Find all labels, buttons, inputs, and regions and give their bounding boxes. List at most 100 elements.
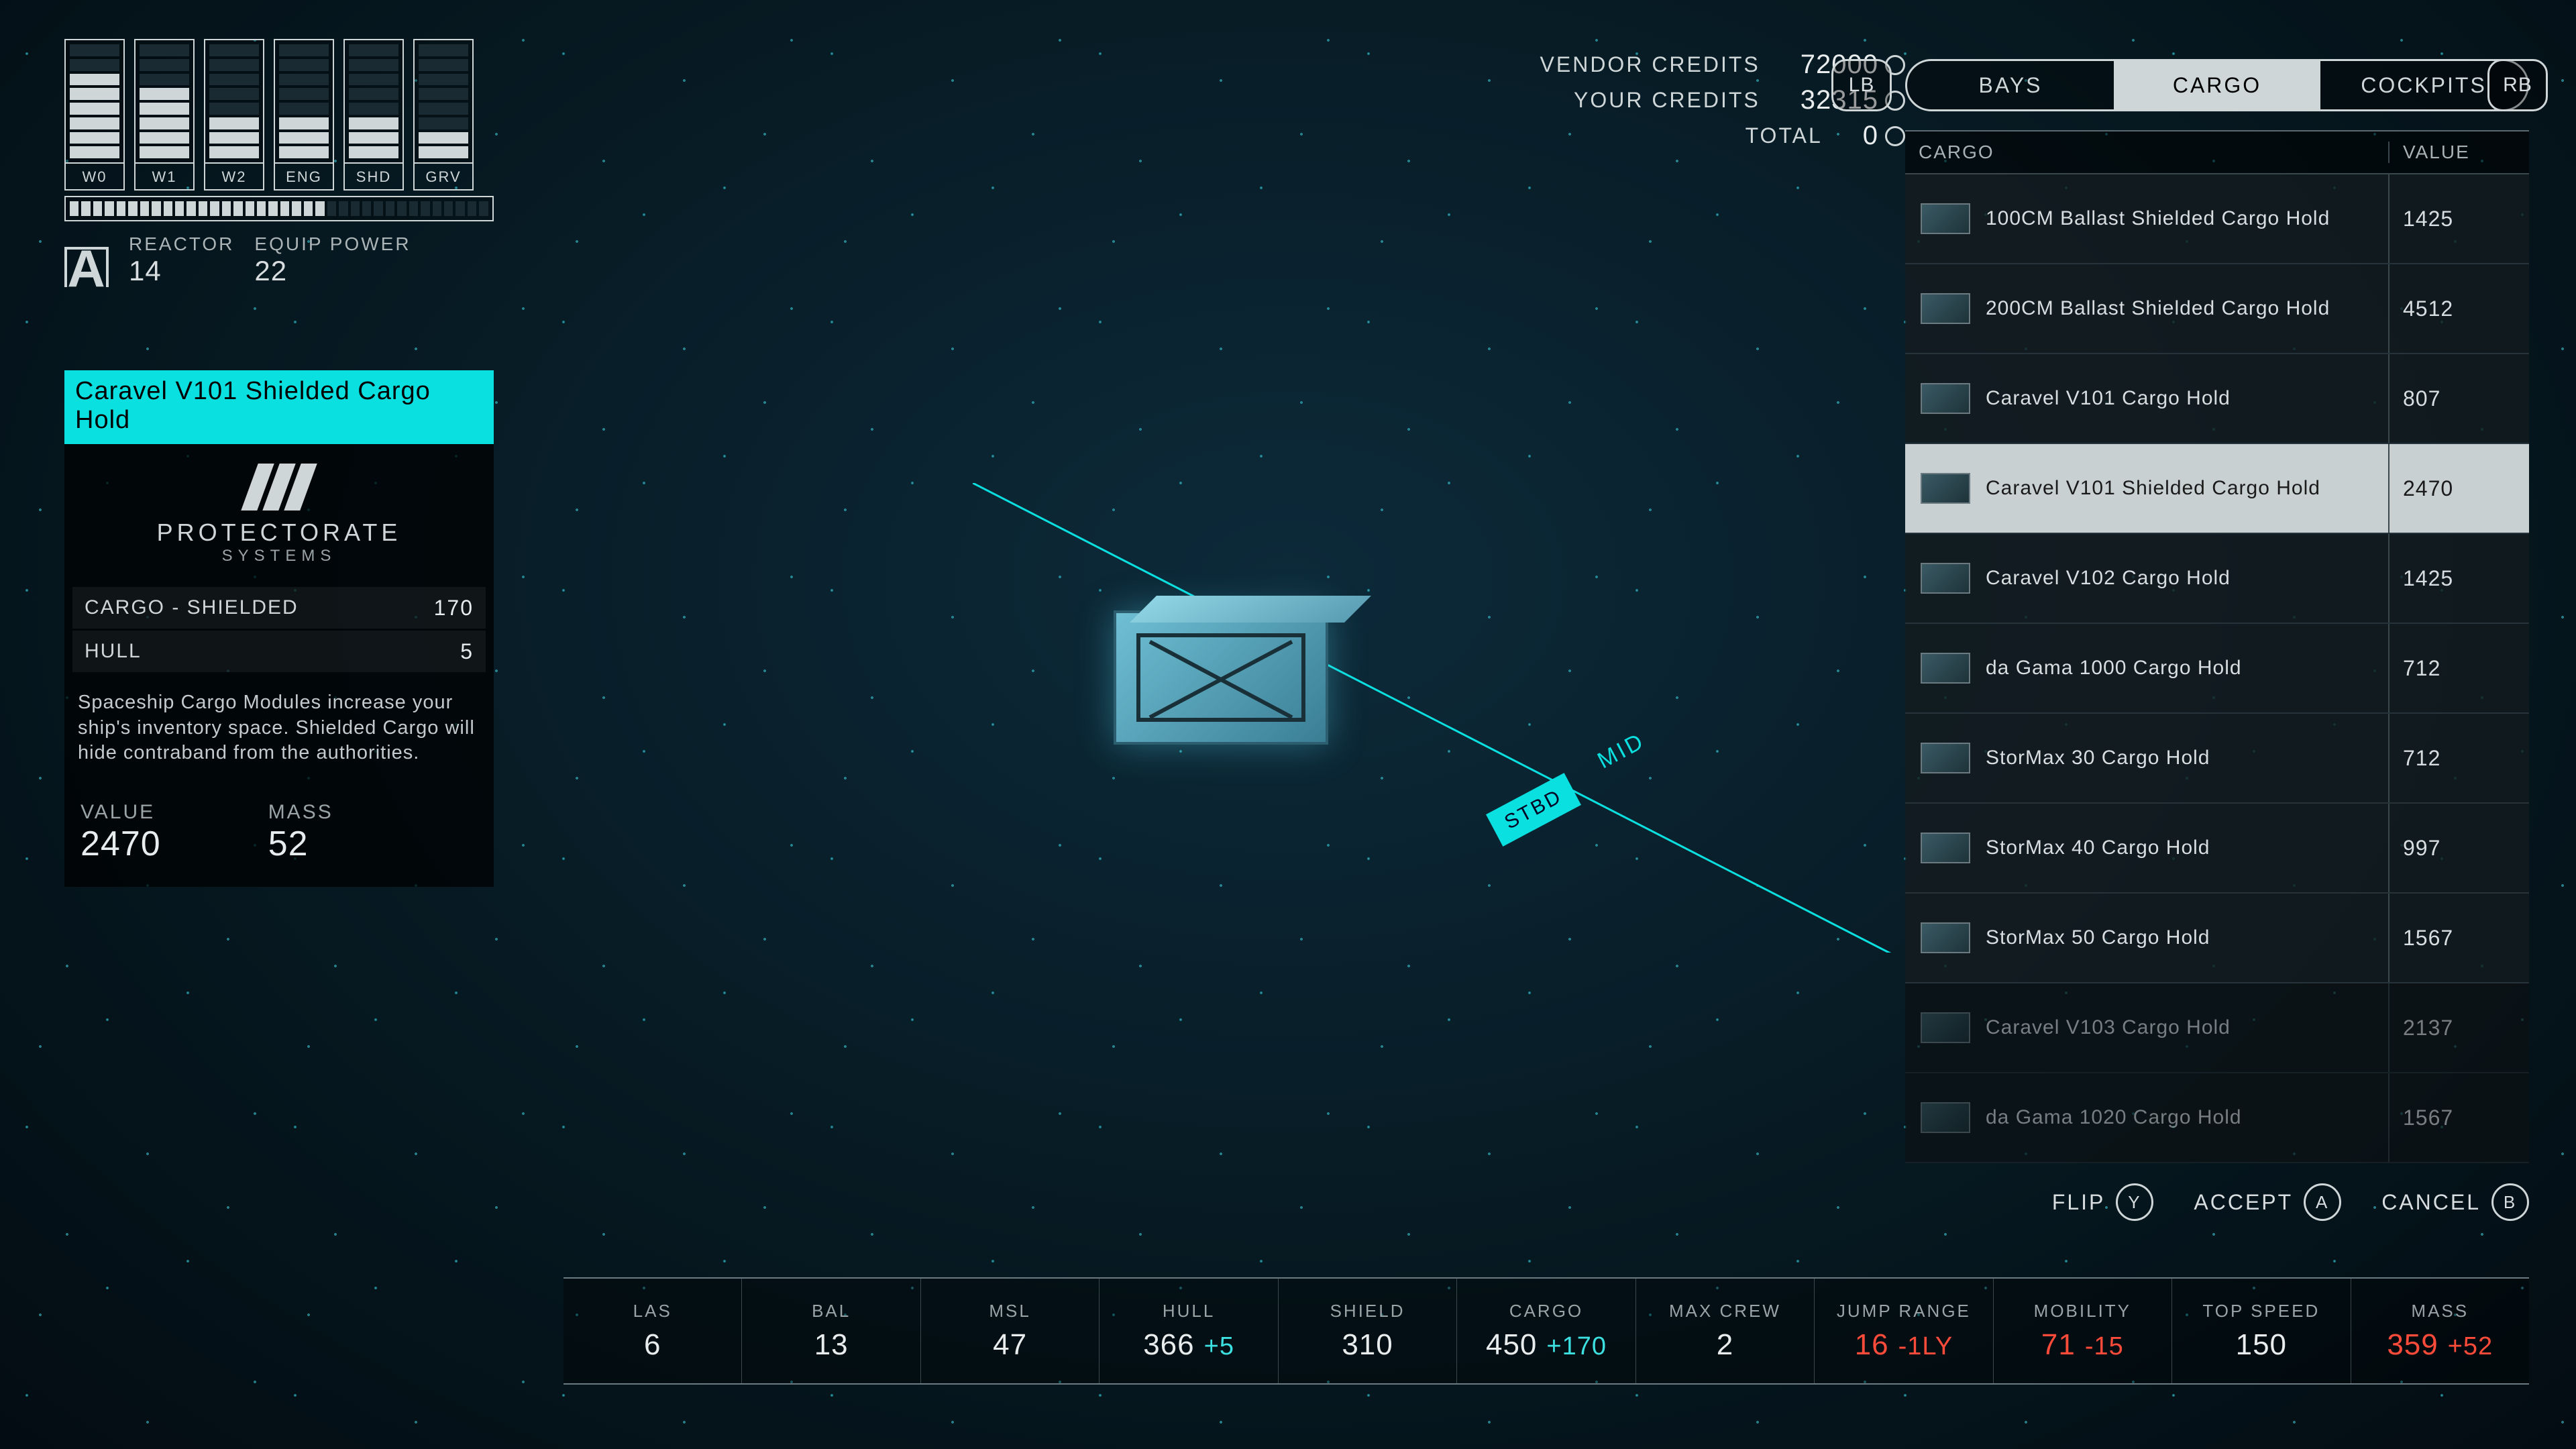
- ship-stat-shield: SHIELD 310: [1279, 1279, 1457, 1383]
- cargo-item-value: 2470: [2388, 444, 2529, 533]
- module-mass-label: MASS: [268, 801, 333, 824]
- stat-label: BAL: [812, 1301, 851, 1322]
- module-detail-panel: Caravel V101 Shielded Cargo Hold PROTECT…: [64, 370, 494, 887]
- stat-value: 2: [1717, 1328, 1733, 1362]
- cargo-item-name: 100CM Ballast Shielded Cargo Hold: [1986, 206, 2388, 231]
- cargo-list-row[interactable]: StorMax 30 Cargo Hold712: [1905, 714, 2529, 804]
- cargo-item-icon: [1905, 714, 1986, 802]
- brand-name: PROTECTORATE: [157, 519, 402, 547]
- flip-label: FLIP: [2052, 1190, 2106, 1215]
- cargo-item-value: 1425: [2388, 174, 2529, 263]
- mid-label: MID: [1593, 728, 1650, 774]
- b-button-icon: B: [2491, 1183, 2529, 1221]
- stat-value: 366: [1143, 1328, 1194, 1362]
- vendor-credits-label: VENDOR CREDITS: [1540, 52, 1760, 77]
- module-stat-row: CARGO - SHIELDED170: [72, 587, 486, 629]
- stat-label: SHIELD: [1330, 1301, 1405, 1322]
- cargo-item-value: 2137: [2388, 983, 2529, 1072]
- stat-value: 47: [993, 1328, 1027, 1362]
- gauge-shd: SHD: [343, 39, 404, 191]
- starboard-label: STBD: [1486, 773, 1581, 847]
- stat-value: 71: [2041, 1328, 2076, 1362]
- tab-bays[interactable]: BAYS: [1907, 61, 2114, 109]
- power-bar: [64, 196, 494, 221]
- stat-label: JUMP RANGE: [1837, 1301, 1971, 1322]
- cargo-item-value: 997: [2388, 804, 2529, 892]
- module-stat-label: CARGO - SHIELDED: [85, 596, 434, 619]
- cargo-item-icon: [1905, 624, 1986, 712]
- brand-subtitle: SYSTEMS: [222, 547, 337, 566]
- stat-value: 310: [1342, 1328, 1393, 1362]
- stat-delta: -15: [2085, 1332, 2124, 1361]
- gauge-label: ENG: [274, 164, 334, 191]
- ship-stat-top-speed: TOP SPEED150: [2172, 1279, 2351, 1383]
- stat-value: 359: [2387, 1328, 2438, 1362]
- ship-stat-bar: LAS6BAL13MSL47HULL366+5SHIELD310CARGO450…: [564, 1277, 2529, 1385]
- stat-label: LAS: [633, 1301, 672, 1322]
- cargo-list-row[interactable]: Caravel V101 Shielded Cargo Hold2470: [1905, 444, 2529, 534]
- flip-action[interactable]: FLIP Y: [2052, 1183, 2154, 1221]
- prev-category-button[interactable]: LB: [1831, 59, 1892, 111]
- stat-value: 6: [644, 1328, 661, 1362]
- cancel-label: CANCEL: [2381, 1190, 2481, 1215]
- cargo-list-row[interactable]: StorMax 50 Cargo Hold1567: [1905, 894, 2529, 983]
- cargo-item-name: Caravel V103 Cargo Hold: [1986, 1015, 2388, 1040]
- ship-builder-viewport[interactable]: STBD MID: [939, 483, 1543, 953]
- cargo-item-icon: [1905, 444, 1986, 533]
- cargo-list-row[interactable]: Caravel V102 Cargo Hold1425: [1905, 534, 2529, 624]
- a-button-icon: A: [2304, 1183, 2341, 1221]
- tab-cargo[interactable]: CARGO: [2114, 61, 2320, 109]
- ship-stat-hull: HULL366+5: [1099, 1279, 1278, 1383]
- gauge-w0: W0: [64, 39, 125, 191]
- cargo-list-row[interactable]: 200CM Ballast Shielded Cargo Hold4512: [1905, 264, 2529, 354]
- stat-label: MOBILITY: [2034, 1301, 2131, 1322]
- gauge-w2: W2: [204, 39, 264, 191]
- ship-stat-max-crew: MAX CREW 2: [1636, 1279, 1815, 1383]
- cargo-item-icon: [1905, 354, 1986, 443]
- cargo-item-icon: [1905, 534, 1986, 623]
- stat-label: CARGO: [1509, 1301, 1583, 1322]
- credit-icon: [1885, 126, 1905, 146]
- module-mass: 52: [268, 824, 333, 864]
- next-category-button[interactable]: RB: [2487, 59, 2548, 111]
- manufacturer-logo: PROTECTORATE SYSTEMS: [64, 444, 494, 585]
- cargo-item-name: StorMax 40 Cargo Hold: [1986, 835, 2388, 861]
- cargo-list-row[interactable]: Caravel V101 Cargo Hold807: [1905, 354, 2529, 444]
- ship-stat-jump-range: JUMP RANGE16-1LY: [1815, 1279, 1993, 1383]
- stat-value: 16: [1855, 1328, 1889, 1362]
- grid-guide-line: [973, 483, 2046, 953]
- module-description: Spaceship Cargo Modules increase your sh…: [64, 674, 494, 793]
- cargo-item-value: 712: [2388, 714, 2529, 802]
- gauge-label: W0: [64, 164, 125, 191]
- list-header-value: VALUE: [2388, 142, 2529, 163]
- total-value: 0: [1863, 121, 1878, 151]
- cargo-list-row[interactable]: da Gama 1000 Cargo Hold712: [1905, 624, 2529, 714]
- cargo-item-name: 200CM Ballast Shielded Cargo Hold: [1986, 296, 2388, 321]
- ship-stat-cargo: CARGO450+170: [1457, 1279, 1635, 1383]
- equip-power-value: 22: [254, 255, 411, 287]
- reactor-label: REACTOR: [129, 233, 234, 255]
- cargo-item-value: 1425: [2388, 534, 2529, 623]
- cargo-item-value: 1567: [2388, 894, 2529, 982]
- ship-stat-mobility: MOBILITY 71 -15: [1994, 1279, 2172, 1383]
- system-gauges: W0W1W2ENGSHDGRV A REACTOR 14 EQUIP POWER…: [64, 39, 494, 287]
- cargo-list-row[interactable]: 100CM Ballast Shielded Cargo Hold1425: [1905, 174, 2529, 264]
- your-credits-label: YOUR CREDITS: [1574, 88, 1760, 113]
- gauge-w1: W1: [134, 39, 195, 191]
- module-value: 2470: [80, 824, 161, 864]
- accept-action[interactable]: ACCEPT A: [2194, 1183, 2341, 1221]
- cargo-item-name: da Gama 1000 Cargo Hold: [1986, 655, 2388, 681]
- cargo-item-icon: [1905, 174, 1986, 263]
- stat-value: 150: [2236, 1328, 2287, 1362]
- cargo-item-value: 807: [2388, 354, 2529, 443]
- cargo-module-preview[interactable]: [1114, 610, 1328, 745]
- gauge-grv: GRV: [413, 39, 474, 191]
- stat-label: MAX CREW: [1669, 1301, 1781, 1322]
- cargo-item-name: da Gama 1020 Cargo Hold: [1986, 1105, 2388, 1130]
- cargo-list-row[interactable]: StorMax 40 Cargo Hold997: [1905, 804, 2529, 894]
- cargo-item-icon: [1905, 264, 1986, 353]
- stat-label: MSL: [989, 1301, 1030, 1322]
- total-label: TOTAL: [1746, 123, 1823, 148]
- cancel-action[interactable]: CANCEL B: [2381, 1183, 2529, 1221]
- ship-stat-las: LAS 6: [564, 1279, 742, 1383]
